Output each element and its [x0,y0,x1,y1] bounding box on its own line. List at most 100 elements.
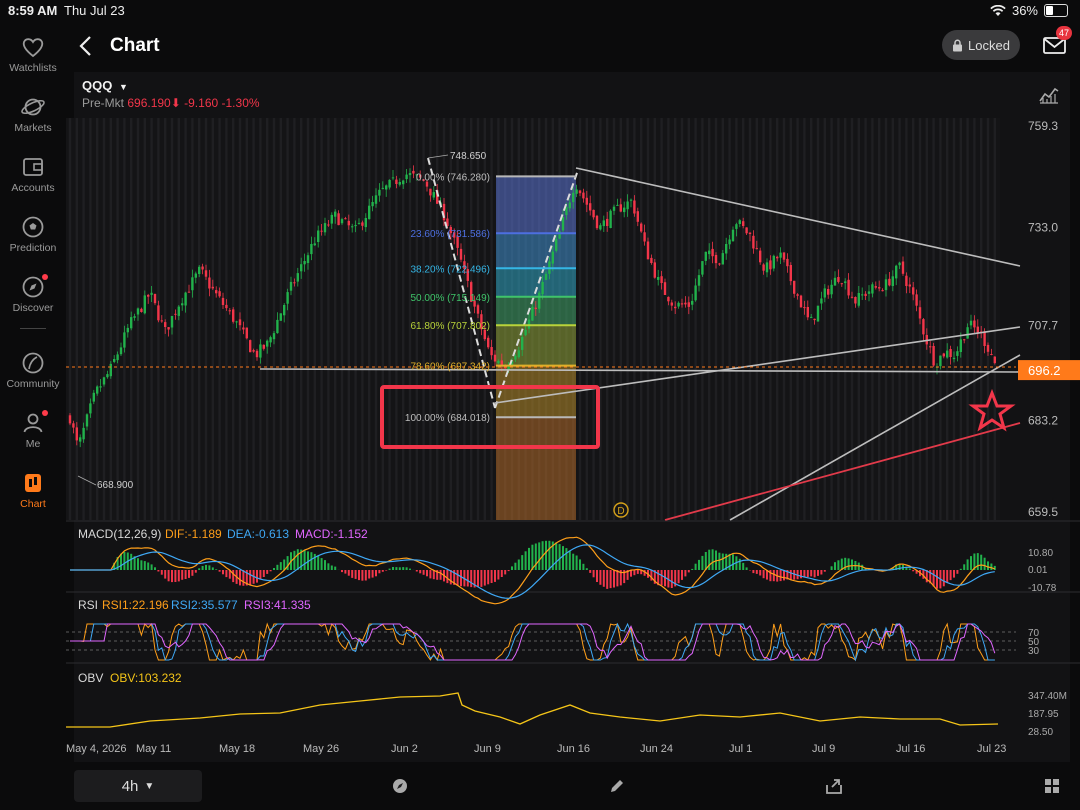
date-tick: May 4, 2026 [66,743,127,755]
candle-body [170,316,174,328]
candle-body [861,294,864,296]
candle-body [721,253,724,265]
sidebar-item-prediction[interactable]: Prediction [0,214,66,254]
candle-body [687,302,690,307]
candle-body [92,392,95,402]
rsi2-value: RSI2:35.577 [171,598,238,612]
candle-body [701,261,704,275]
candle-body [810,316,813,318]
candle-body [830,284,833,295]
candle-body [514,355,517,360]
dividend-label: D [617,506,624,517]
candle-body [174,313,177,315]
sidebar-item-me[interactable]: Me [0,410,66,450]
candle-body [779,252,782,258]
bottom-toolbar: 4h ▼ [66,762,1080,810]
candle-body [901,261,905,274]
compass-tool-icon[interactable] [390,776,410,796]
candle-body [538,292,541,309]
ball-icon [22,216,44,238]
candle-body [572,192,575,203]
candle-body [738,220,741,224]
fib-label: 38.20% (722.496) [410,264,490,275]
candle-body [864,293,867,296]
candle-body [303,261,306,265]
candle-body [932,346,935,366]
candle-body [973,320,976,328]
wifi-icon [990,4,1006,16]
battery-percent: 36% [1011,3,1038,18]
candle-body [823,288,826,298]
candle-body [398,182,401,185]
candle-body [164,322,167,327]
discover-notification-dot [42,274,48,280]
fib-label: 100.00% (684.018) [405,413,490,424]
candle-body [609,210,612,228]
candle-body [759,250,762,263]
candle-body [684,302,687,305]
price-chart[interactable]: 0.00% (746.280) 23.60% (731.586) 38.20% (7… [66,72,1080,762]
status-time: 8:59 AM [8,3,58,18]
candle-body [123,332,126,348]
candle-body [653,262,656,278]
rsi-axis-30: 30 [1028,646,1040,657]
candle-body [551,251,554,264]
candle-body [694,285,697,301]
candle-body [589,203,592,211]
share-icon[interactable] [824,776,844,796]
grid-menu-icon[interactable] [1042,776,1062,796]
candle-body [313,243,316,246]
candle-body [184,292,187,306]
candle-body [385,185,388,190]
pencil-icon[interactable] [607,776,627,796]
candle-body [939,355,942,367]
price-axis: 759.3 733.0 707.7 683.2 659.5 696.2 [1018,119,1080,519]
candle-body [599,225,602,230]
sidebar-item-markets[interactable]: Markets [0,94,66,134]
candle-body [211,286,214,289]
status-date: Thu Jul 23 [64,3,125,18]
obv-axis-top: 347.40M [1028,691,1067,702]
candle-body [697,275,701,286]
candle-body [327,224,330,226]
candle-body [850,296,854,298]
candle-body [75,427,78,441]
candle-body [912,287,915,295]
wallet-icon [23,158,43,176]
candle-body [555,239,558,251]
candle-body [847,279,850,296]
date-tick: Jun 2 [391,743,418,755]
candle-body [293,282,296,284]
price-tick: 759.3 [1028,119,1058,133]
candle-body [527,319,531,329]
sidebar-item-chart[interactable]: Chart [0,470,66,510]
candle-body [898,262,901,266]
candle-body [391,177,395,179]
interval-selector[interactable]: 4h ▼ [74,770,202,802]
candle-body [102,377,106,385]
heart-icon [22,38,44,58]
sidebar-divider [20,328,46,329]
sidebar-item-accounts[interactable]: Accounts [0,154,66,194]
candle-body [371,202,374,207]
candle-body [544,273,548,280]
candle-body [908,284,911,287]
candle-body [497,361,500,364]
fib-label: 23.60% (731.586) [410,229,490,240]
sidebar-item-discover[interactable]: Discover [0,274,66,314]
candle-body [89,403,92,414]
candle-body [680,303,684,305]
candle-body [922,319,925,335]
sidebar-label-chart: Chart [20,498,46,510]
candle-body [952,357,956,360]
fib-zone [496,233,576,269]
candle-body [194,273,197,278]
candle-body [633,200,636,214]
candle-body [99,386,102,388]
back-arrow-icon[interactable] [76,34,96,58]
locked-button[interactable]: Locked [942,30,1020,60]
sidebar-item-community[interactable]: Community [0,350,66,390]
sidebar-item-watchlists[interactable]: Watchlists [0,34,66,74]
candle-body [840,283,843,285]
candle-body [68,415,72,424]
